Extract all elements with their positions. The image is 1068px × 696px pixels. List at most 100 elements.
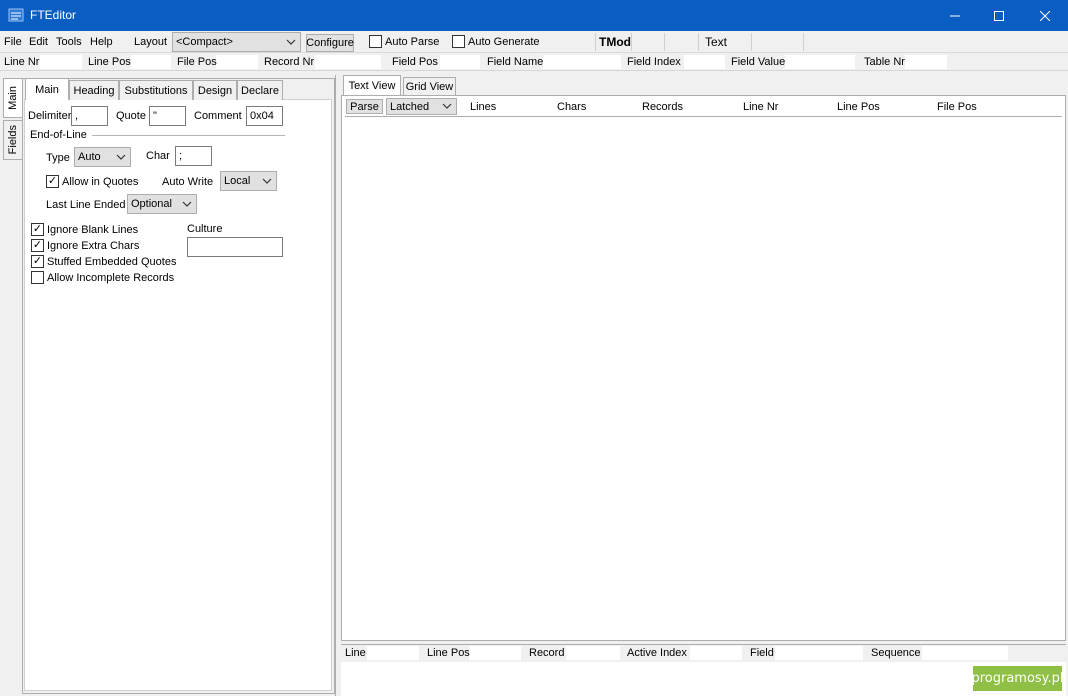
side-tab-main[interactable]: Main: [3, 78, 22, 118]
tab-heading[interactable]: Heading: [69, 80, 119, 100]
minimize-button[interactable]: [932, 0, 978, 31]
layout-select[interactable]: <Compact>: [172, 32, 301, 52]
chevron-down-icon: [286, 39, 296, 45]
bottom-line-value: [367, 646, 419, 660]
culture-input[interactable]: [187, 237, 283, 257]
allow-incomplete-records-checkbox[interactable]: Allow Incomplete Records: [31, 271, 174, 284]
minimize-icon: [950, 15, 960, 16]
tab-design[interactable]: Design: [193, 80, 237, 100]
comment-input[interactable]: 0x04: [246, 106, 283, 126]
last-line-ended-select-value: Optional: [131, 198, 172, 210]
bottom-sequence: Sequence: [871, 647, 921, 659]
table-nr-value: [905, 55, 947, 69]
ignore-blank-lines-checkbox[interactable]: ✓ Ignore Blank Lines: [31, 223, 138, 236]
allow-in-quotes-box[interactable]: ✓: [46, 175, 59, 188]
layout-label: Layout: [134, 36, 168, 48]
menu-help[interactable]: Help: [90, 36, 113, 48]
type-label: Type: [46, 152, 70, 164]
auto-write-select[interactable]: Local: [220, 171, 277, 191]
toolbar-separator: [664, 33, 665, 51]
status-table-nr: Table Nr: [864, 56, 905, 68]
char-input[interactable]: ;: [175, 146, 212, 166]
bottom-field: Field: [750, 647, 774, 659]
bottom-record-value: [566, 646, 620, 660]
checkmark-icon: ✓: [32, 239, 43, 251]
chevron-down-icon: [182, 201, 192, 207]
stuffed-embedded-quotes-checkbox[interactable]: ✓ Stuffed Embedded Quotes: [31, 255, 176, 268]
col-line-pos: Line Pos: [837, 101, 880, 113]
ignore-extra-chars-box[interactable]: ✓: [31, 239, 44, 252]
col-lines: Lines: [470, 101, 497, 113]
quote-label: Quote: [116, 110, 146, 122]
type-select[interactable]: Auto: [74, 147, 131, 167]
type-select-value: Auto: [78, 151, 101, 163]
close-button[interactable]: [1022, 0, 1068, 31]
file-pos-value: [216, 55, 258, 69]
status-field-value: Field Value: [731, 56, 786, 68]
allow-incomplete-records-box[interactable]: [31, 271, 44, 284]
maximize-button[interactable]: [976, 0, 1022, 31]
field-value-value: [785, 55, 855, 69]
side-tab-fields[interactable]: Fields: [3, 120, 22, 160]
text-view-header-line: [345, 116, 1062, 117]
line-pos-value: [131, 55, 171, 69]
bottom-line-pos: Line Pos: [427, 647, 470, 659]
bottom-line: Line: [345, 647, 366, 659]
status-file-pos: File Pos: [177, 56, 217, 68]
ignore-extra-chars-checkbox[interactable]: ✓ Ignore Extra Chars: [31, 239, 139, 252]
title-bar: [0, 0, 1068, 31]
tab-grid-view[interactable]: Grid View: [403, 77, 456, 96]
toolbar-separator: [631, 33, 632, 51]
parse-button[interactable]: Parse: [346, 99, 383, 114]
col-file-pos: File Pos: [937, 101, 977, 113]
panel-splitter[interactable]: [335, 75, 340, 696]
auto-parse-box[interactable]: [369, 35, 382, 48]
allow-in-quotes-checkbox[interactable]: ✓ Allow in Quotes: [46, 175, 138, 188]
configure-button[interactable]: Configure: [306, 34, 354, 52]
allow-in-quotes-label: Allow in Quotes: [62, 175, 139, 188]
status-field-index: Field Index: [627, 56, 681, 68]
chevron-down-icon: [442, 103, 452, 109]
status-record-nr: Record Nr: [264, 56, 315, 68]
auto-generate-box[interactable]: [452, 35, 465, 48]
checkmark-icon: ✓: [32, 223, 43, 235]
tab-main[interactable]: Main: [25, 78, 69, 100]
bottom-field-value: [775, 646, 863, 660]
bottom-record: Record: [529, 647, 565, 659]
menu-edit[interactable]: Edit: [29, 36, 48, 48]
auto-parse-label: Auto Parse: [385, 35, 440, 48]
chevron-down-icon: [116, 154, 126, 160]
last-line-ended-select[interactable]: Optional: [127, 194, 197, 214]
toolbar-separator: [751, 33, 752, 51]
quote-input[interactable]: ": [149, 106, 186, 126]
auto-parse-checkbox[interactable]: Auto Parse: [369, 35, 439, 48]
auto-generate-checkbox[interactable]: Auto Generate: [452, 35, 540, 48]
ignore-blank-lines-box[interactable]: ✓: [31, 223, 44, 236]
tab-substitutions[interactable]: Substitutions: [119, 80, 193, 100]
record-nr-value: [315, 55, 381, 69]
menu-tools[interactable]: Tools: [56, 36, 82, 48]
col-line-nr: Line Nr: [743, 101, 779, 113]
watermark-badge: programosy.pl: [971, 666, 1064, 691]
tab-text-view[interactable]: Text View: [343, 75, 401, 96]
delimiter-input[interactable]: ,: [71, 106, 108, 126]
close-icon: [1040, 10, 1050, 21]
delimiter-label: Delimiter: [28, 110, 72, 122]
field-index-value: [684, 55, 725, 69]
bottom-detail-area: [341, 662, 1066, 696]
last-line-ended-label: Last Line Ended: [46, 199, 126, 211]
latched-select[interactable]: Latched: [386, 98, 457, 115]
menu-file[interactable]: File: [4, 36, 22, 48]
auto-generate-label: Auto Generate: [468, 35, 540, 48]
layout-select-value: <Compact>: [176, 36, 233, 48]
side-tab-fields-label: Fields: [7, 125, 19, 155]
eol-group-divider: [92, 135, 285, 136]
text-view-panel[interactable]: [341, 95, 1066, 641]
ignore-blank-lines-label: Ignore Blank Lines: [47, 223, 139, 236]
tab-declare[interactable]: Declare: [237, 80, 283, 100]
stuffed-embedded-quotes-box[interactable]: ✓: [31, 255, 44, 268]
bottom-active-index: Active Index: [627, 647, 687, 659]
status-line-pos: Line Pos: [88, 56, 131, 68]
col-records: Records: [642, 101, 683, 113]
char-label: Char: [146, 150, 170, 162]
